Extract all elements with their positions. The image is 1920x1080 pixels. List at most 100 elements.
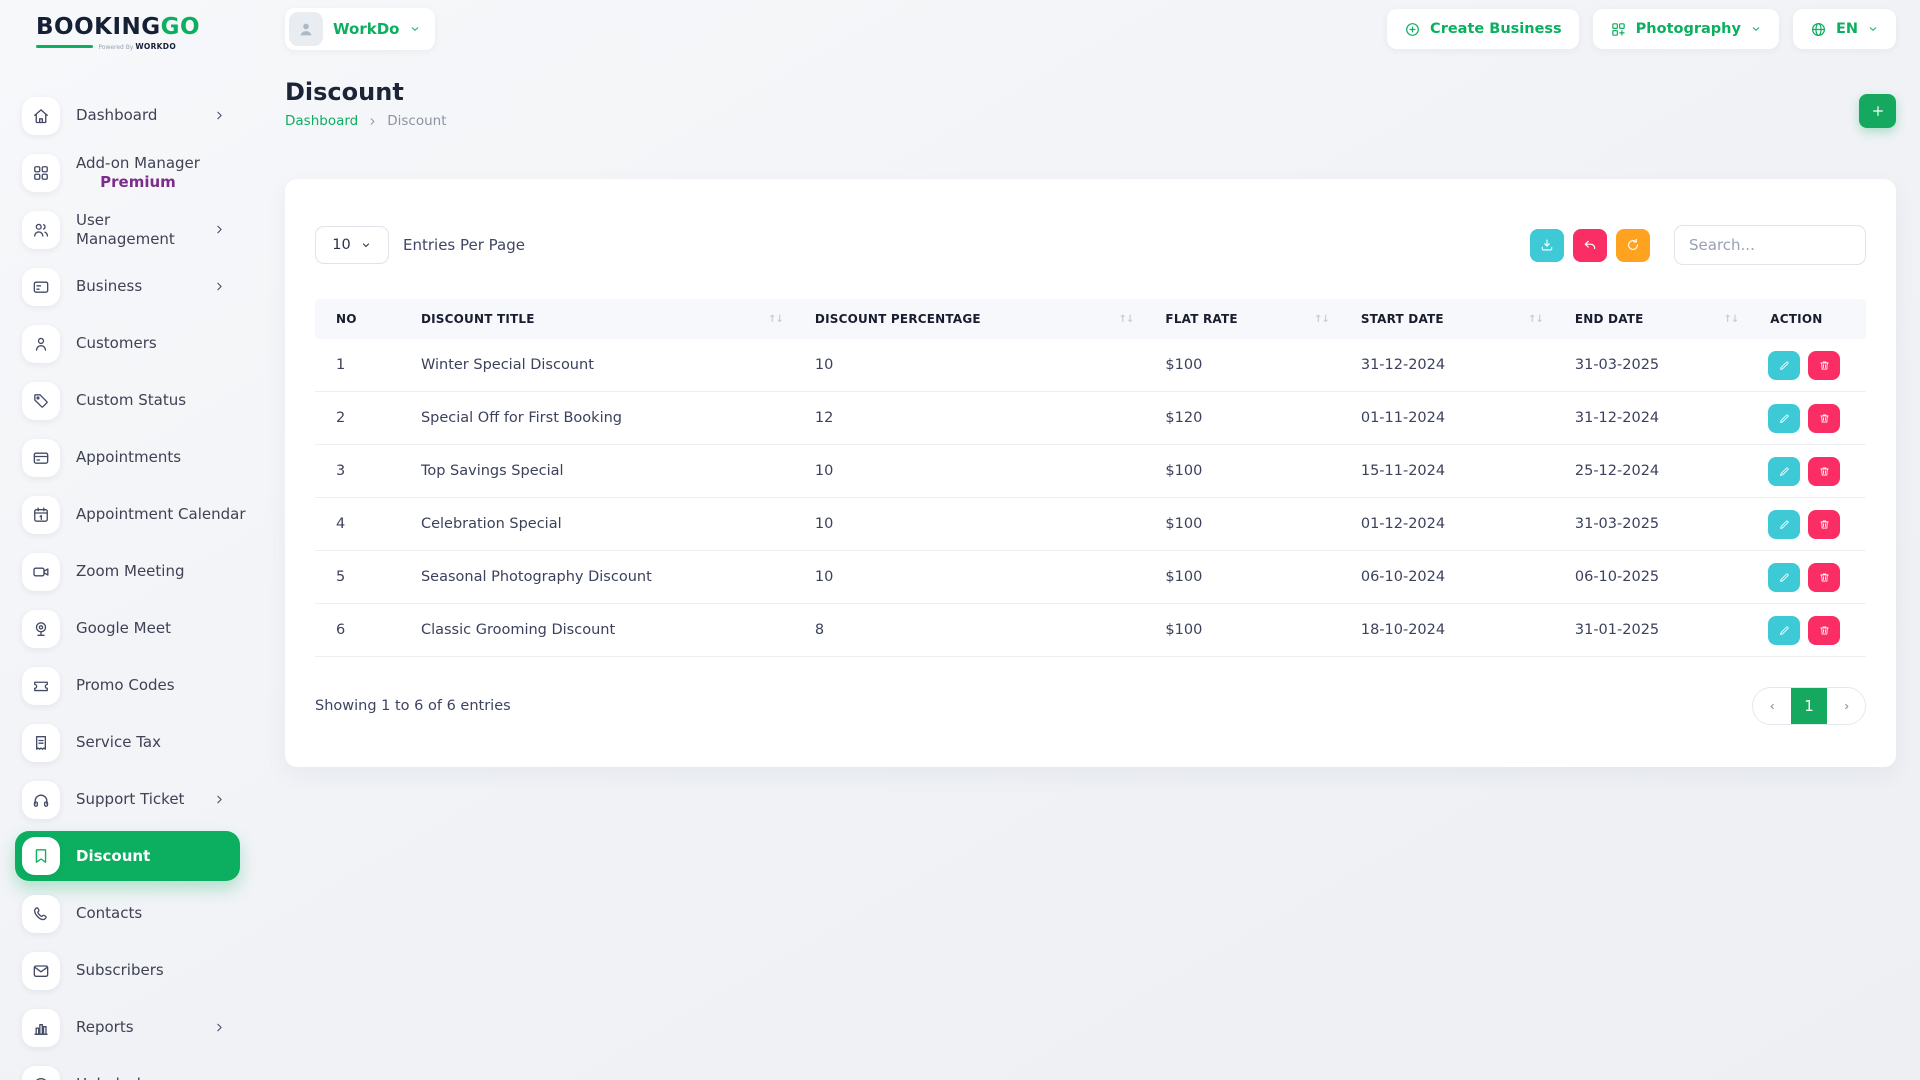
sidebar-item-customers[interactable]: Customers xyxy=(0,315,260,372)
sidebar-item-promo-codes[interactable]: Promo Codes xyxy=(0,657,260,714)
refresh-icon xyxy=(1625,237,1641,253)
entries-per-page-select[interactable]: 10 xyxy=(315,226,389,264)
sidebar-item-label: Appointments xyxy=(76,448,181,467)
pagination-next-button[interactable] xyxy=(1827,688,1865,724)
trash-icon xyxy=(1818,465,1831,478)
cell-start-date: 01-11-2024 xyxy=(1345,410,1559,426)
chevron-down-icon xyxy=(1867,23,1879,35)
sidebar-item-helpdesk[interactable]: Helpdesk xyxy=(0,1056,260,1080)
cell-no: 1 xyxy=(315,357,405,373)
chevron-right-icon xyxy=(213,1021,226,1034)
trash-icon xyxy=(1818,624,1831,637)
delete-button[interactable] xyxy=(1808,616,1840,645)
workspace-switcher[interactable]: WorkDo xyxy=(285,8,435,50)
chevron-right-icon xyxy=(1840,700,1853,713)
undo-arrow-icon xyxy=(1582,237,1598,253)
sort-icon[interactable] xyxy=(1724,314,1739,325)
business-type-dropdown[interactable]: Photography xyxy=(1593,9,1779,49)
cell-discount-percentage: 10 xyxy=(799,463,1150,479)
sidebar-item-label: Appointment Calendar xyxy=(76,505,245,524)
sidebar-item-appointment-calendar[interactable]: Appointment Calendar xyxy=(0,486,260,543)
add-discount-button[interactable] xyxy=(1859,94,1896,128)
sidebar-item-reports[interactable]: Reports xyxy=(0,999,260,1056)
cell-discount-title: Celebration Special xyxy=(405,516,799,532)
sidebar-item-label: Google Meet xyxy=(76,619,171,638)
calendar-icon xyxy=(22,496,60,534)
table-body: 1 Winter Special Discount 10 $100 31-12-… xyxy=(315,339,1866,657)
breadcrumb-dashboard-link[interactable]: Dashboard xyxy=(285,113,358,129)
create-business-button[interactable]: Create Business xyxy=(1387,9,1579,49)
bookmark-icon xyxy=(22,837,60,875)
table-header-row: NO DISCOUNT TITLE DISCOUNT PERCENTAGE FL… xyxy=(315,299,1866,339)
sidebar-item-label: Customers xyxy=(76,334,157,353)
edit-button[interactable] xyxy=(1768,510,1800,539)
sidebar-item-zoom-meeting[interactable]: Zoom Meeting xyxy=(0,543,260,600)
pencil-icon xyxy=(1778,412,1791,425)
edit-button[interactable] xyxy=(1768,563,1800,592)
sort-icon[interactable] xyxy=(768,314,783,325)
sidebar-item-addon-manager[interactable]: Add-on ManagerPremium xyxy=(0,144,260,201)
edit-button[interactable] xyxy=(1768,457,1800,486)
chevron-down-icon xyxy=(360,239,372,251)
sidebar-item-subscribers[interactable]: Subscribers xyxy=(0,942,260,999)
chevron-down-icon xyxy=(409,23,421,35)
sidebar-item-label: Add-on Manager xyxy=(76,154,200,173)
sidebar-item-dashboard[interactable]: Dashboard xyxy=(0,87,260,144)
delete-button[interactable] xyxy=(1808,510,1840,539)
column-header-action: ACTION xyxy=(1754,312,1866,326)
sort-icon[interactable] xyxy=(1119,314,1134,325)
brand-logo[interactable]: BOOKINGGO Powered By WORKDO xyxy=(36,14,176,51)
sidebar-item-label: Dashboard xyxy=(76,106,157,125)
export-button[interactable] xyxy=(1530,229,1564,262)
edit-button[interactable] xyxy=(1768,404,1800,433)
delete-button[interactable] xyxy=(1808,404,1840,433)
sidebar-item-label: Support Ticket xyxy=(76,790,184,809)
main-content: WorkDo Create Business Photography EN xyxy=(260,0,1920,1080)
sidebar: BOOKINGGO Powered By WORKDO Dashboard Ad… xyxy=(0,0,260,1080)
sort-icon[interactable] xyxy=(1528,314,1543,325)
sidebar-item-label: Contacts xyxy=(76,904,142,923)
language-dropdown[interactable]: EN xyxy=(1793,9,1896,49)
sidebar-item-discount[interactable]: Discount xyxy=(15,831,240,881)
delete-button[interactable] xyxy=(1808,351,1840,380)
sidebar-item-business[interactable]: Business xyxy=(0,258,260,315)
users-icon xyxy=(22,211,60,249)
business-type-label: Photography xyxy=(1636,21,1741,37)
brand-tagline: Powered By WORKDO xyxy=(36,42,176,51)
sidebar-item-service-tax[interactable]: Service Tax xyxy=(0,714,260,771)
delete-button[interactable] xyxy=(1808,457,1840,486)
mail-icon xyxy=(22,952,60,990)
credit-card-icon xyxy=(22,268,60,306)
cell-end-date: 31-01-2025 xyxy=(1559,622,1754,638)
topbar: WorkDo Create Business Photography EN xyxy=(285,0,1896,58)
trash-icon xyxy=(1818,412,1831,425)
search-input[interactable] xyxy=(1674,225,1866,265)
headphones-icon xyxy=(22,781,60,819)
sidebar-item-custom-status[interactable]: Custom Status xyxy=(0,372,260,429)
cell-flat-rate: $100 xyxy=(1149,569,1344,585)
cell-actions xyxy=(1754,404,1866,433)
download-icon xyxy=(1539,237,1555,253)
cell-discount-title: Top Savings Special xyxy=(405,463,799,479)
undo-button[interactable] xyxy=(1573,229,1607,262)
sidebar-item-appointments[interactable]: Appointments xyxy=(0,429,260,486)
sidebar-item-support-ticket[interactable]: Support Ticket xyxy=(0,771,260,828)
credit-card-icon xyxy=(22,439,60,477)
delete-button[interactable] xyxy=(1808,563,1840,592)
cell-no: 3 xyxy=(315,463,405,479)
entries-per-page-label: Entries Per Page xyxy=(403,236,525,254)
edit-button[interactable] xyxy=(1768,616,1800,645)
pagination-page-1[interactable]: 1 xyxy=(1791,688,1827,724)
pencil-icon xyxy=(1778,359,1791,372)
refresh-button[interactable] xyxy=(1616,229,1650,262)
sidebar-item-contacts[interactable]: Contacts xyxy=(0,885,260,942)
chevron-right-icon xyxy=(213,793,226,806)
pagination-prev-button[interactable] xyxy=(1753,688,1791,724)
cell-discount-percentage: 8 xyxy=(799,622,1150,638)
sidebar-item-user-management[interactable]: User Management xyxy=(0,201,260,258)
premium-badge: Premium xyxy=(76,173,200,192)
edit-button[interactable] xyxy=(1768,351,1800,380)
sort-icon[interactable] xyxy=(1314,314,1329,325)
cell-actions xyxy=(1754,351,1866,380)
sidebar-item-google-meet[interactable]: Google Meet xyxy=(0,600,260,657)
